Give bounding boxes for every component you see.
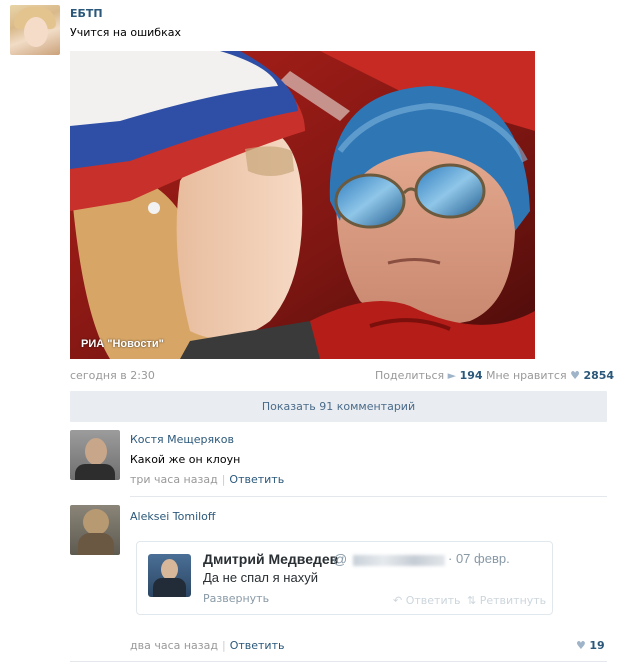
comment-time[interactable]: два часа назад <box>130 639 218 652</box>
like-count: 2854 <box>583 369 615 382</box>
tweet-avatar[interactable] <box>148 554 191 597</box>
share-count: 194 <box>459 369 483 382</box>
tweet-handle-prefix: @ <box>333 551 348 567</box>
tweet-expand-link[interactable]: Развернуть <box>203 592 269 605</box>
tweet-retweet-button[interactable]: ⇅ Ретвитнуть <box>467 594 546 607</box>
post-photo[interactable]: РИА "Новости" <box>70 51 535 359</box>
separator: | <box>221 473 226 486</box>
post-text: Учится на ошибках <box>70 26 181 39</box>
comment-like-button[interactable]: ♥ 19 <box>576 639 605 652</box>
tweet-text: Да не спал я нахуй <box>203 570 318 585</box>
heart-icon: ♥ <box>576 639 586 652</box>
avatar-body <box>75 464 115 480</box>
tweet-reply-button[interactable]: ↶ Ответить <box>393 594 460 607</box>
comment-author[interactable]: Костя Мещеряков <box>130 433 234 446</box>
comment-time[interactable]: три часа назад <box>130 473 218 486</box>
comment-divider <box>130 496 607 497</box>
megaphone-icon: ► <box>447 369 457 382</box>
share-button[interactable]: Поделиться ► 194 <box>375 369 483 382</box>
separator: | <box>221 639 226 652</box>
comment-meta: два часа назад | Ответить <box>130 639 284 652</box>
group-avatar[interactable] <box>10 5 60 55</box>
avatar-head <box>83 509 109 535</box>
embedded-tweet[interactable]: Дмитрий Медведев @ · 07 февр. Да не спал… <box>136 541 553 615</box>
reply-arrow-icon: ↶ <box>393 594 403 607</box>
like-label: Мне нравится <box>486 369 567 382</box>
photo-caption: РИА "Новости" <box>81 338 164 350</box>
tweet-handle-blurred <box>353 555 445 566</box>
comment-text: Какой же он клоун <box>130 453 241 466</box>
share-label: Поделиться <box>375 369 445 382</box>
tweet-author-name[interactable]: Дмитрий Медведев <box>203 551 338 567</box>
comment-author[interactable]: Aleksei Tomiloff <box>130 510 216 523</box>
avatar[interactable] <box>70 505 120 555</box>
tweet-retweet-label: Ретвитнуть <box>479 594 547 607</box>
show-comments-button[interactable]: Показать 91 комментарий <box>70 391 607 422</box>
tweet-reply-label: Ответить <box>405 594 461 607</box>
avatar-face <box>24 17 48 47</box>
comment-like-count: 19 <box>589 639 605 652</box>
bottom-divider <box>70 661 607 662</box>
reply-link[interactable]: Ответить <box>230 639 285 652</box>
avatar-head <box>161 559 178 580</box>
avatar[interactable] <box>70 430 120 480</box>
retweet-icon: ⇅ <box>467 594 477 607</box>
avatar-body <box>153 578 186 597</box>
avatar-head <box>85 438 107 465</box>
post-date[interactable]: сегодня в 2:30 <box>70 369 155 382</box>
tweet-date[interactable]: · 07 февр. <box>448 551 510 566</box>
reply-link[interactable]: Ответить <box>229 473 284 486</box>
photo-illustration <box>70 51 535 359</box>
comment-meta: три часа назад | Ответить <box>130 473 284 486</box>
like-button[interactable]: Мне нравится ♥ 2854 <box>486 369 614 382</box>
post-author[interactable]: ЕБТП <box>70 7 103 20</box>
avatar-body <box>78 533 114 555</box>
heart-icon: ♥ <box>570 369 580 382</box>
